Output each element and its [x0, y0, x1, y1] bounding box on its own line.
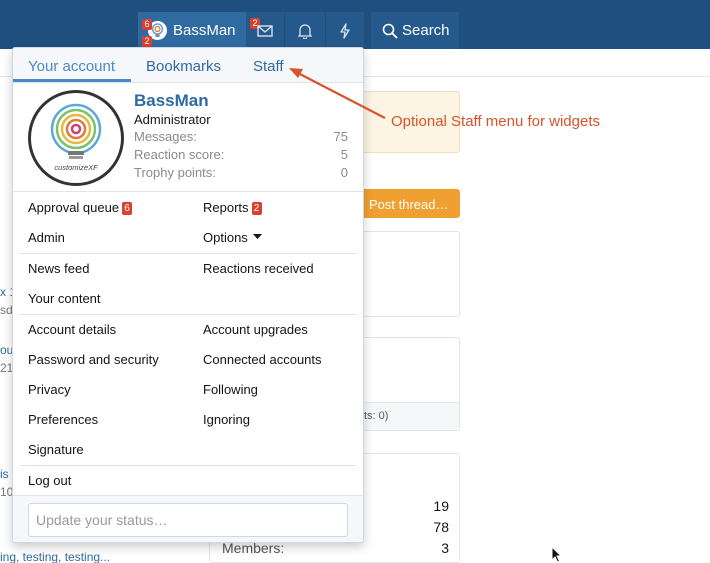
- post-thread-button[interactable]: Post thread…: [362, 189, 460, 218]
- avatar-badge-bottom: 2: [142, 36, 152, 47]
- search-icon: [382, 23, 398, 39]
- options-label: Options: [203, 230, 248, 245]
- menu-divider: [20, 465, 356, 466]
- user-title: Administrator: [134, 112, 211, 127]
- logout-link[interactable]: Log out: [28, 473, 71, 488]
- avatar[interactable]: customizeXF: [28, 90, 124, 186]
- envelope-icon: [257, 24, 273, 37]
- reaction-score-label: Reaction score:: [134, 147, 225, 162]
- connected-accounts-link[interactable]: Connected accounts: [203, 352, 322, 367]
- stat-value: 19: [433, 498, 449, 514]
- thread-fragment[interactable]: is: [0, 467, 9, 481]
- alerts-button[interactable]: [285, 12, 325, 49]
- avatar-badge-top: 6: [142, 19, 152, 30]
- account-details-link[interactable]: Account details: [28, 322, 116, 337]
- messages-label: Messages:: [134, 129, 197, 144]
- tab-bookmarks[interactable]: Bookmarks: [146, 58, 221, 75]
- signature-link[interactable]: Signature: [28, 442, 84, 457]
- inbox-button[interactable]: 2: [246, 12, 284, 49]
- status-input[interactable]: [28, 503, 348, 537]
- thread-fragment[interactable]: ing, testing, testing...: [0, 550, 110, 563]
- trophy-points-label: Trophy points:: [134, 165, 216, 180]
- tab-your-account[interactable]: Your account: [28, 58, 115, 75]
- content-block: ts: 0): [360, 337, 460, 431]
- options-dropdown[interactable]: Options: [203, 230, 263, 245]
- admin-link[interactable]: Admin: [28, 230, 65, 245]
- reports-label: Reports: [203, 200, 249, 215]
- stat-value: 3: [441, 540, 449, 556]
- preferences-link[interactable]: Preferences: [28, 412, 98, 427]
- reports-badge: 2: [251, 202, 262, 215]
- account-upgrades-link[interactable]: Account upgrades: [203, 322, 308, 337]
- your-content-link[interactable]: Your content: [28, 291, 101, 306]
- avatar-caption: customizeXF: [54, 163, 98, 172]
- mouse-cursor-icon: [551, 546, 563, 563]
- reaction-score-value: 5: [340, 147, 348, 162]
- user-menu-button[interactable]: 6 2 BassMan: [138, 12, 246, 49]
- active-tab-indicator: [13, 79, 131, 82]
- ignoring-link[interactable]: Ignoring: [203, 412, 250, 427]
- bell-icon: [298, 23, 312, 39]
- password-security-link[interactable]: Password and security: [28, 352, 159, 367]
- reports-link[interactable]: Reports 2: [203, 200, 262, 215]
- reactions-received-link[interactable]: Reactions received: [203, 261, 314, 276]
- status-footer: [13, 495, 363, 542]
- lightning-icon: [340, 22, 350, 39]
- lightbulb-fingerprint-icon: customizeXF: [50, 103, 102, 172]
- following-link[interactable]: Following: [203, 382, 258, 397]
- approval-queue-link[interactable]: Approval queue 6: [28, 200, 133, 215]
- news-feed-link[interactable]: News feed: [28, 261, 89, 276]
- approval-queue-label: Approval queue: [28, 200, 120, 215]
- messages-value: 75: [333, 129, 348, 144]
- search-label: Search: [402, 22, 450, 39]
- block-footer: ts: 0): [361, 402, 459, 430]
- menu-divider: [20, 253, 356, 254]
- menu-divider: [20, 314, 356, 315]
- search-button[interactable]: Search: [371, 12, 459, 49]
- trophy-points-value: 0: [340, 165, 348, 180]
- menu-tabs: Your account Bookmarks Staff: [13, 48, 363, 83]
- content-block: [360, 231, 460, 317]
- nav-username: BassMan: [173, 22, 236, 39]
- profile-username[interactable]: BassMan: [134, 91, 209, 111]
- stat-value: 78: [433, 519, 449, 535]
- account-dropdown: Your account Bookmarks Staff customizeXF…: [12, 47, 364, 543]
- caret-down-icon: [253, 234, 263, 239]
- tab-staff[interactable]: Staff: [253, 58, 284, 75]
- whats-new-button[interactable]: [326, 12, 364, 49]
- privacy-link[interactable]: Privacy: [28, 382, 71, 397]
- approval-queue-badge: 6: [122, 202, 133, 215]
- profile-summary: customizeXF BassMan Administrator Messag…: [13, 83, 363, 192]
- annotation-text: Optional Staff menu for widgets: [391, 113, 601, 130]
